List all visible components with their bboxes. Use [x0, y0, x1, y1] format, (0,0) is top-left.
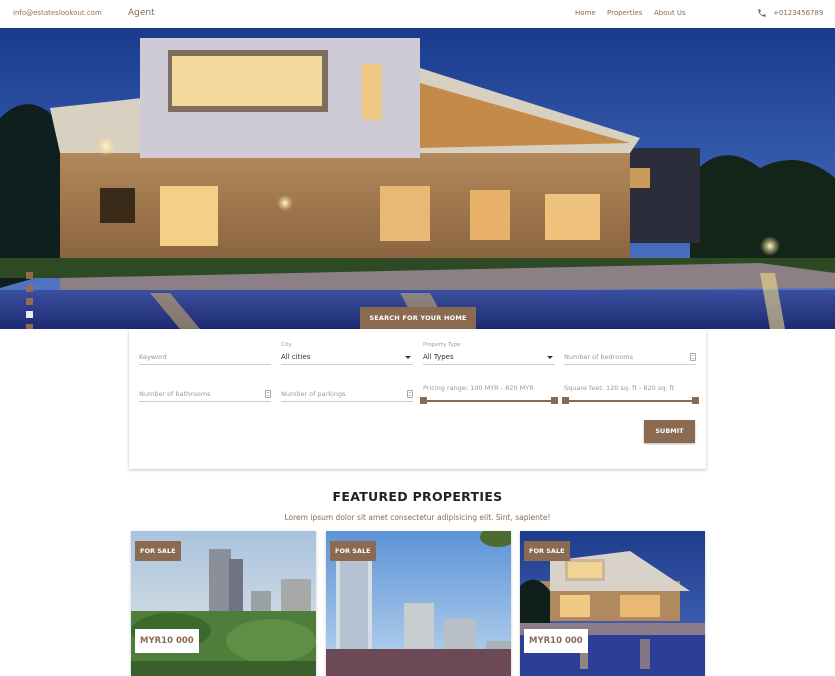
for-sale-badge: FOR SALE	[135, 541, 181, 561]
parkings-input[interactable]: Number of parkings	[281, 388, 413, 402]
phone-icon	[758, 9, 766, 17]
property-card[interactable]: FOR SALE MYR10 000	[131, 531, 316, 676]
property-type-value: All Types	[423, 353, 454, 361]
featured-subtitle: Lorem ipsum dolor sit amet consectetur a…	[284, 513, 551, 522]
featured-title: FEATURED PROPERTIES	[332, 489, 503, 504]
nav-properties[interactable]: Properties	[607, 9, 642, 17]
hero-carousel	[0, 28, 835, 329]
price-range-track[interactable]	[423, 400, 557, 402]
carousel-dot[interactable]	[26, 272, 33, 279]
carousel-dot[interactable]	[26, 324, 33, 329]
parkings-placeholder: Number of parkings	[281, 390, 346, 398]
brand-logo[interactable]: Agent	[128, 8, 155, 18]
contact-email[interactable]: info@estateslookout.com	[13, 9, 102, 17]
nav-about-us[interactable]: About Us	[654, 9, 686, 17]
keyword-input[interactable]: Keyword	[139, 351, 271, 365]
nav-home[interactable]: Home	[575, 9, 596, 17]
carousel-indicators	[26, 272, 33, 329]
area-range-label: Square feet: 120 sq. ft - 820 sq. ft	[564, 384, 675, 392]
bedrooms-input[interactable]: Number of bedrooms	[564, 351, 696, 365]
keyword-placeholder: Keyword	[139, 353, 167, 361]
price-range-min-handle[interactable]	[420, 397, 427, 404]
property-type-label: Property Type	[423, 342, 461, 348]
stepper-icon[interactable]	[690, 353, 696, 361]
top-bar: info@estateslookout.com Agent Home Prope…	[0, 0, 835, 28]
chevron-down-icon	[405, 356, 411, 359]
city-value: All cities	[281, 353, 311, 361]
area-range-max-handle[interactable]	[692, 397, 699, 404]
bedrooms-placeholder: Number of bedrooms	[564, 353, 633, 361]
contact-phone[interactable]: +0123456789	[773, 9, 823, 17]
submit-button[interactable]: SUBMIT	[644, 420, 695, 443]
carousel-dot[interactable]	[26, 298, 33, 305]
carousel-dot-active[interactable]	[26, 311, 33, 318]
chevron-down-icon	[547, 356, 553, 359]
price-range-max-handle[interactable]	[551, 397, 558, 404]
carousel-dot[interactable]	[26, 285, 33, 292]
area-range-track[interactable]	[564, 400, 698, 402]
for-sale-badge: FOR SALE	[524, 541, 570, 561]
stepper-icon[interactable]	[265, 390, 271, 398]
property-card[interactable]: FOR SALE MYR10 000	[520, 531, 705, 676]
price-range-label: Pricing range: 100 MYR - 820 MYR	[423, 384, 534, 392]
city-label: City	[281, 342, 292, 348]
property-type-select[interactable]: All Types	[423, 351, 555, 365]
price-tag: MYR10 000	[524, 629, 588, 653]
search-tab[interactable]: SEARCH FOR YOUR HOME	[360, 307, 476, 329]
bathrooms-placeholder: Number of bathrooms	[139, 390, 211, 398]
hero-house-image	[0, 28, 835, 329]
stepper-icon[interactable]	[407, 390, 413, 398]
area-range-min-handle[interactable]	[562, 397, 569, 404]
search-panel: Keyword City All cities Property Type Al…	[129, 329, 706, 469]
city-select[interactable]: All cities	[281, 351, 413, 365]
property-card[interactable]: FOR SALE	[326, 531, 511, 676]
bathrooms-input[interactable]: Number of bathrooms	[139, 388, 271, 402]
for-sale-badge: FOR SALE	[330, 541, 376, 561]
price-tag: MYR10 000	[135, 629, 199, 653]
